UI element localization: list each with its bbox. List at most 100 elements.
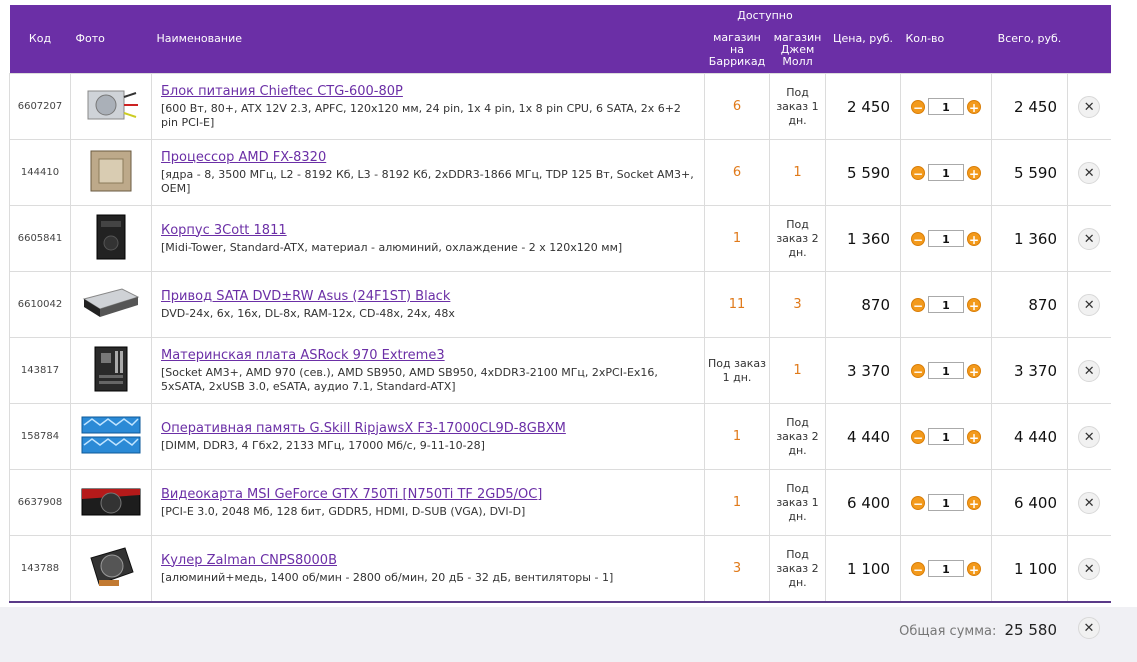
product-image (80, 413, 142, 460)
plus-icon[interactable]: + (967, 561, 981, 577)
minus-icon[interactable]: − (911, 231, 925, 247)
product-thumbnail[interactable] (70, 73, 152, 140)
item-code: 143788 (9, 535, 71, 603)
stock-barrikad: 3 (704, 535, 770, 603)
product-image (82, 83, 140, 130)
remove-item-button[interactable]: ✕ (1067, 271, 1111, 338)
product-image (80, 283, 142, 326)
product-thumbnail[interactable] (70, 469, 152, 536)
quantity-stepper: − 1 + (900, 337, 992, 404)
remove-item-button[interactable]: ✕ (1067, 469, 1111, 536)
product-link[interactable]: Привод SATA DVD±RW Asus (24F1ST) Black (161, 289, 696, 304)
close-icon: ✕ (1078, 557, 1101, 580)
product-description: [PCI-E 3.0, 2048 Мб, 128 бит, GDDR5, HDM… (161, 504, 526, 518)
header-price: Цена, руб. (825, 5, 901, 74)
product-description: [DIMM, DDR3, 4 Гбx2, 2133 МГц, 17000 Мб/… (161, 438, 485, 452)
product-link[interactable]: Процессор AMD FX-8320 (161, 150, 696, 165)
quantity-input[interactable]: 1 (928, 230, 964, 247)
unit-price: 870 (825, 271, 901, 338)
plus-icon[interactable]: + (967, 297, 981, 313)
product-link[interactable]: Материнская плата ASRock 970 Extreme3 (161, 348, 696, 363)
product-thumbnail[interactable] (70, 337, 152, 404)
product-thumbnail[interactable] (70, 139, 152, 206)
product-description: [ядра - 8, 3500 МГц, L2 - 8192 Кб, L3 - … (161, 167, 694, 195)
minus-icon[interactable]: − (911, 561, 925, 577)
remove-item-button[interactable]: ✕ (1067, 337, 1111, 404)
item-code: 144410 (9, 139, 71, 206)
quantity-input[interactable]: 1 (928, 296, 964, 313)
product-link[interactable]: Блок питания Chieftec CTG-600-80P (161, 84, 696, 99)
stock-jem-moll: Под заказ 2 дн. (769, 535, 826, 603)
minus-icon[interactable]: − (911, 297, 925, 313)
clear-cart-button[interactable]: ✕ (1078, 617, 1100, 639)
item-code: 6607207 (9, 73, 71, 140)
minus-icon[interactable]: − (911, 429, 925, 445)
quantity-input[interactable]: 1 (928, 494, 964, 511)
minus-icon[interactable]: − (911, 495, 925, 511)
quantity-input[interactable]: 1 (928, 164, 964, 181)
stock-barrikad: 1 (704, 403, 770, 470)
remove-item-button[interactable]: ✕ (1067, 403, 1111, 470)
line-total: 1 360 (991, 205, 1068, 272)
plus-icon[interactable]: + (967, 495, 981, 511)
table-row: 6610042 Привод SATA DVD±RW Asus (24F1ST)… (9, 271, 1111, 338)
line-total: 4 440 (991, 403, 1068, 470)
plus-icon[interactable]: + (967, 165, 981, 181)
quantity-input[interactable]: 1 (928, 362, 964, 379)
close-icon: ✕ (1078, 425, 1101, 448)
header-name: Наименование (151, 5, 705, 74)
item-code: 6637908 (9, 469, 71, 536)
product-link[interactable]: Корпус 3Cott 1811 (161, 223, 696, 238)
quantity-input[interactable]: 1 (928, 560, 964, 577)
plus-icon[interactable]: + (967, 231, 981, 247)
close-icon: ✕ (1078, 95, 1101, 118)
product-cell: Корпус 3Cott 1811 [Midi-Tower, Standard-… (151, 205, 705, 272)
line-total: 3 370 (991, 337, 1068, 404)
product-cell: Кулер Zalman CNPS8000B [алюминий+медь, 1… (151, 535, 705, 603)
product-image (85, 544, 137, 593)
quantity-stepper: − 1 + (900, 205, 992, 272)
product-cell: Оперативная память G.Skill RipjawsX F3-1… (151, 403, 705, 470)
close-icon: ✕ (1078, 359, 1101, 382)
product-thumbnail[interactable] (70, 535, 152, 603)
remove-item-button[interactable]: ✕ (1067, 73, 1111, 140)
minus-icon[interactable]: − (911, 363, 925, 379)
line-total: 2 450 (991, 73, 1068, 140)
product-link[interactable]: Оперативная память G.Skill RipjawsX F3-1… (161, 421, 696, 436)
plus-icon[interactable]: + (967, 429, 981, 445)
stock-jem-moll: Под заказ 1 дн. (769, 469, 826, 536)
plus-icon[interactable]: + (967, 363, 981, 379)
stock-barrikad: Под заказ 1 дн. (704, 337, 770, 404)
product-thumbnail[interactable] (70, 271, 152, 338)
scroll-edge (1118, 0, 1137, 607)
product-image (80, 481, 142, 524)
stock-barrikad: 1 (704, 205, 770, 272)
stock-barrikad: 11 (704, 271, 770, 338)
quantity-stepper: − 1 + (900, 271, 992, 338)
remove-item-button[interactable]: ✕ (1067, 139, 1111, 206)
table-row: 158784 Оперативная память G.Skill Ripjaw… (9, 403, 1111, 470)
product-thumbnail[interactable] (70, 205, 152, 272)
stock-jem-moll: 1 (769, 139, 826, 206)
quantity-input[interactable]: 1 (928, 98, 964, 115)
unit-price: 1 360 (825, 205, 901, 272)
product-link[interactable]: Видеокарта MSI GeForce GTX 750Ti [N750Ti… (161, 487, 696, 502)
remove-item-button[interactable]: ✕ (1067, 535, 1111, 603)
quantity-input[interactable]: 1 (928, 428, 964, 445)
total-sum-label: Общая сумма: (899, 624, 997, 639)
product-cell: Видеокарта MSI GeForce GTX 750Ti [N750Ti… (151, 469, 705, 536)
cart-table: Код Фото Наименование Доступно Цена, руб… (9, 5, 1111, 603)
unit-price: 4 440 (825, 403, 901, 470)
product-cell: Привод SATA DVD±RW Asus (24F1ST) Black D… (151, 271, 705, 338)
unit-price: 2 450 (825, 73, 901, 140)
plus-icon[interactable]: + (967, 99, 981, 115)
product-description: DVD-24x, 6x, 16x, DL-8x, RAM-12x, CD-48x… (161, 306, 455, 320)
product-link[interactable]: Кулер Zalman CNPS8000B (161, 553, 696, 568)
table-row: 144410 Процессор AMD FX-8320 [ядра - 8, … (9, 139, 1111, 206)
table-row: 143817 Материнская плата ASRock 970 Extr… (9, 337, 1111, 404)
close-icon: ✕ (1078, 161, 1101, 184)
product-thumbnail[interactable] (70, 403, 152, 470)
minus-icon[interactable]: − (911, 99, 925, 115)
remove-item-button[interactable]: ✕ (1067, 205, 1111, 272)
minus-icon[interactable]: − (911, 165, 925, 181)
